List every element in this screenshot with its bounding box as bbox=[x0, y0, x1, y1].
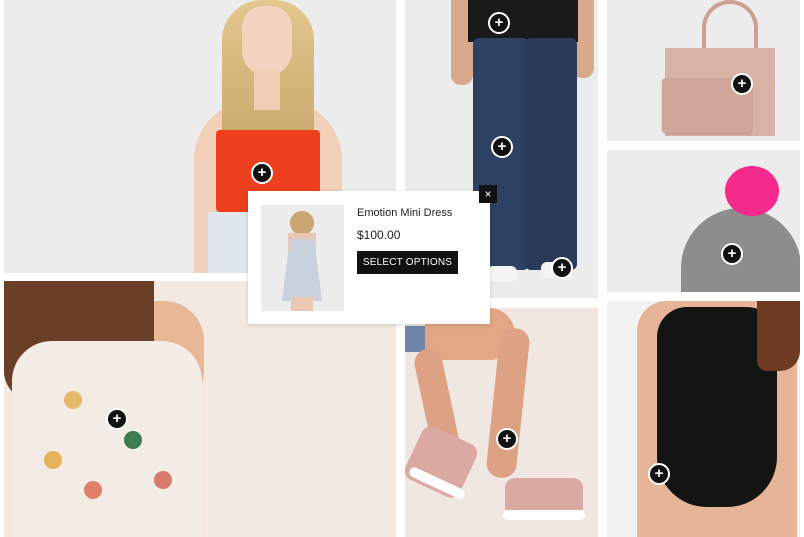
hotspot-bodysuit[interactable]: + bbox=[648, 463, 670, 485]
model-hair bbox=[757, 301, 800, 371]
plus-icon: + bbox=[557, 259, 567, 276]
thumb-hair bbox=[290, 211, 314, 235]
plus-icon: + bbox=[654, 465, 664, 482]
plus-icon: + bbox=[497, 138, 507, 155]
hotspot-floral-top[interactable]: + bbox=[106, 408, 128, 430]
plus-icon: + bbox=[502, 430, 512, 447]
lookbook-tile-bodysuit: + bbox=[607, 301, 800, 537]
hotspot-bag[interactable]: + bbox=[731, 73, 753, 95]
lookbook-tile-bag: + bbox=[607, 0, 800, 141]
black-shirt bbox=[468, 0, 578, 42]
close-icon[interactable]: × bbox=[479, 185, 497, 203]
flower-print bbox=[64, 391, 82, 409]
lookbook-tile-beanie: + bbox=[607, 150, 800, 292]
select-options-button[interactable]: SELECT OPTIONS bbox=[357, 251, 458, 274]
hotspot-red-top[interactable]: + bbox=[251, 162, 273, 184]
product-thumbnail[interactable] bbox=[261, 205, 344, 311]
sneaker-sole bbox=[503, 510, 585, 520]
model-face bbox=[242, 6, 292, 76]
product-quickview-popup: Emotion Mini Dress $100.00 SELECT OPTION… bbox=[248, 191, 490, 324]
hotspot-shirt[interactable]: + bbox=[488, 12, 510, 34]
plus-icon: + bbox=[494, 14, 504, 31]
hotspot-sneakers[interactable]: + bbox=[496, 428, 518, 450]
plus-icon: + bbox=[257, 164, 267, 181]
flower-print bbox=[44, 451, 62, 469]
plus-icon: + bbox=[737, 75, 747, 92]
thumb-legs bbox=[291, 297, 313, 311]
plus-icon: + bbox=[727, 245, 737, 262]
hotspot-beanie[interactable]: + bbox=[721, 243, 743, 265]
plus-icon: + bbox=[112, 410, 122, 427]
lookbook-tile-sneakers: + bbox=[405, 308, 598, 537]
jeans bbox=[525, 38, 577, 270]
floral-top bbox=[12, 341, 202, 537]
shoe bbox=[487, 266, 517, 282]
product-price: $100.00 bbox=[357, 228, 401, 242]
pompom bbox=[725, 166, 779, 216]
flower-print bbox=[124, 431, 142, 449]
model-neck bbox=[254, 70, 280, 110]
hotspot-shoes[interactable]: + bbox=[551, 257, 573, 279]
product-name[interactable]: Emotion Mini Dress bbox=[357, 207, 452, 219]
hotspot-jeans[interactable]: + bbox=[491, 136, 513, 158]
flower-print bbox=[154, 471, 172, 489]
flower-print bbox=[84, 481, 102, 499]
